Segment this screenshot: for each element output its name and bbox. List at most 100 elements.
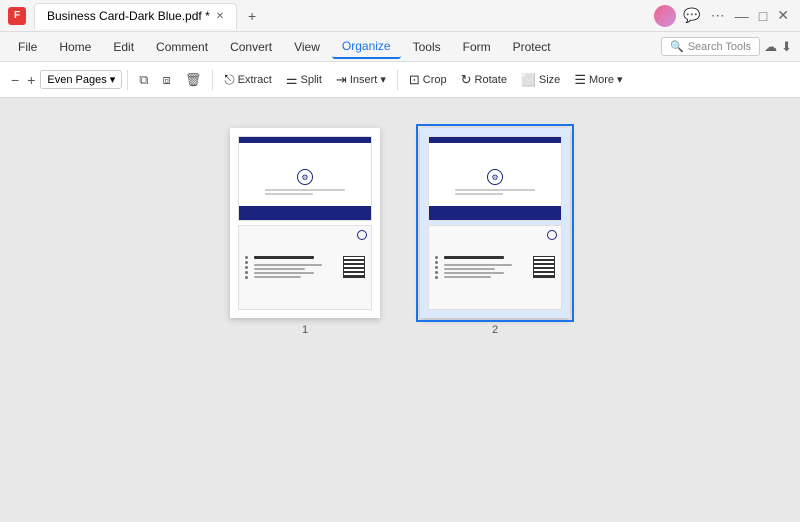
titlebar: F Business Card-Dark Blue.pdf * ✕ + 💬 ⋯ … bbox=[0, 0, 800, 32]
more-chevron: ▾ bbox=[617, 73, 623, 86]
page-2-thumbnail[interactable]: ⚙ bbox=[420, 128, 570, 318]
active-tab[interactable]: Business Card-Dark Blue.pdf * ✕ bbox=[34, 3, 237, 29]
card-logo-small-1 bbox=[357, 230, 367, 240]
card-text-lines-2 bbox=[455, 189, 534, 195]
card-name-line-1 bbox=[254, 256, 314, 259]
extract-label: Extract bbox=[238, 74, 272, 86]
dot-9 bbox=[435, 271, 438, 274]
menu-comment[interactable]: Comment bbox=[146, 36, 218, 58]
menu-tools[interactable]: Tools bbox=[403, 36, 451, 58]
insert-label: Insert bbox=[350, 74, 378, 86]
card-header-bar-2 bbox=[429, 137, 561, 143]
close-button[interactable]: ✕ bbox=[774, 7, 792, 24]
dot-6 bbox=[435, 256, 438, 259]
menu-form[interactable]: Form bbox=[453, 36, 501, 58]
extract-button[interactable]: ⎋ Extract bbox=[218, 69, 278, 91]
card-logo-2: ⚙ bbox=[487, 169, 503, 185]
new-tab-button[interactable]: + bbox=[241, 5, 263, 27]
tab-label: Business Card-Dark Blue.pdf * bbox=[47, 9, 210, 23]
menu-home[interactable]: Home bbox=[49, 36, 101, 58]
download-icon[interactable]: ⬇ bbox=[781, 39, 792, 55]
extract-icon: ⎋ bbox=[224, 72, 234, 88]
card-info-6 bbox=[444, 268, 495, 270]
menu-file[interactable]: File bbox=[8, 36, 47, 58]
profile-avatar[interactable] bbox=[654, 5, 676, 27]
card-logo-1: ⚙ bbox=[297, 169, 313, 185]
page-filter-label: Even Pages bbox=[47, 74, 106, 86]
delete-page-button[interactable]: 🗑 bbox=[179, 69, 208, 91]
split-button[interactable]: ⚌ Split bbox=[280, 69, 328, 91]
card-side-dots-1 bbox=[245, 256, 248, 279]
tab-bar: Business Card-Dark Blue.pdf * ✕ + bbox=[34, 3, 646, 29]
card-bottom-2 bbox=[428, 225, 562, 310]
card-info-5 bbox=[444, 264, 512, 266]
search-tools-box[interactable]: 🔍 Search Tools bbox=[661, 37, 760, 56]
menu-edit[interactable]: Edit bbox=[103, 36, 144, 58]
card-header-bar-1 bbox=[239, 137, 371, 143]
more-label: More bbox=[589, 74, 614, 86]
card-line-4 bbox=[455, 193, 503, 195]
dot-10 bbox=[435, 276, 438, 279]
card-info-lines-2 bbox=[444, 256, 529, 278]
dot-3 bbox=[245, 266, 248, 269]
split-icon: ⚌ bbox=[286, 72, 298, 88]
card-name-line-2 bbox=[444, 256, 504, 259]
card-line-2 bbox=[265, 193, 313, 195]
card-info-1 bbox=[254, 264, 322, 266]
maximize-button[interactable]: □ bbox=[756, 8, 770, 24]
card-bottom-bar-1 bbox=[239, 206, 371, 220]
toolbar-right: 🔍 Search Tools ☁ ⬇ bbox=[661, 37, 792, 56]
page-2-number: 2 bbox=[492, 324, 498, 336]
page-filter-dropdown[interactable]: Even Pages ▾ bbox=[40, 70, 122, 89]
insert-button[interactable]: ⇥ Insert ▾ bbox=[330, 69, 392, 91]
main-content: ⚙ bbox=[0, 98, 800, 522]
crop-icon: ⊡ bbox=[409, 72, 420, 88]
search-tools-label: Search Tools bbox=[688, 41, 751, 53]
menu-protect[interactable]: Protect bbox=[503, 36, 561, 58]
replace-page-icon: ⧈ bbox=[163, 72, 171, 88]
menu-organize[interactable]: Organize bbox=[332, 35, 401, 59]
tab-close-button[interactable]: ✕ bbox=[216, 11, 224, 22]
size-label: Size bbox=[539, 74, 560, 86]
minimize-button[interactable]: — bbox=[732, 8, 752, 24]
rotate-button[interactable]: ↻ Rotate bbox=[455, 69, 513, 91]
card-info-3 bbox=[254, 272, 314, 274]
dot-7 bbox=[435, 261, 438, 264]
card-qr-1 bbox=[343, 256, 365, 278]
delete-icon: 🗑 bbox=[185, 72, 202, 88]
crop-button[interactable]: ⊡ Crop bbox=[403, 69, 453, 91]
window-controls: 💬 ⋯ — □ ✕ bbox=[654, 5, 792, 27]
menu-dots-icon[interactable]: ⋯ bbox=[708, 7, 728, 24]
toolbar-separator-3 bbox=[397, 70, 398, 90]
cloud-icon[interactable]: ☁ bbox=[764, 39, 777, 55]
chat-icon[interactable]: 💬 bbox=[680, 7, 703, 24]
size-button[interactable]: ⬜ Size bbox=[515, 70, 566, 90]
card-top-1: ⚙ bbox=[238, 136, 372, 221]
zoom-in-button[interactable]: + bbox=[24, 69, 38, 91]
card-text-lines-1 bbox=[265, 189, 344, 195]
more-icon: ☰ bbox=[574, 72, 586, 88]
card-top-2: ⚙ bbox=[428, 136, 562, 221]
card-qr-2 bbox=[533, 256, 555, 278]
toolbar-separator-1 bbox=[127, 70, 128, 90]
card-bottom-1 bbox=[238, 225, 372, 310]
crop-label: Crop bbox=[423, 74, 447, 86]
page-2-preview: ⚙ bbox=[420, 128, 570, 318]
dot-5 bbox=[245, 276, 248, 279]
insert-page-icon: ⧉ bbox=[139, 72, 148, 88]
zoom-out-button[interactable]: − bbox=[8, 69, 22, 91]
page-1-thumbnail[interactable]: ⚙ bbox=[230, 128, 380, 318]
dot-4 bbox=[245, 271, 248, 274]
menu-convert[interactable]: Convert bbox=[220, 36, 282, 58]
insert-page-button[interactable]: ⧉ bbox=[133, 69, 154, 91]
replace-page-button[interactable]: ⧈ bbox=[157, 69, 177, 91]
more-button[interactable]: ☰ More ▾ bbox=[568, 69, 628, 91]
dot-2 bbox=[245, 261, 248, 264]
page-filter-chevron: ▾ bbox=[110, 73, 116, 86]
size-icon: ⬜ bbox=[521, 73, 536, 87]
toolbar: − + Even Pages ▾ ⧉ ⧈ 🗑 ⎋ Extract ⚌ Split… bbox=[0, 62, 800, 98]
search-tools-icon: 🔍 bbox=[670, 40, 684, 53]
page-2-container: ⚙ bbox=[420, 128, 570, 336]
card-info-8 bbox=[444, 276, 491, 278]
menu-view[interactable]: View bbox=[284, 36, 330, 58]
